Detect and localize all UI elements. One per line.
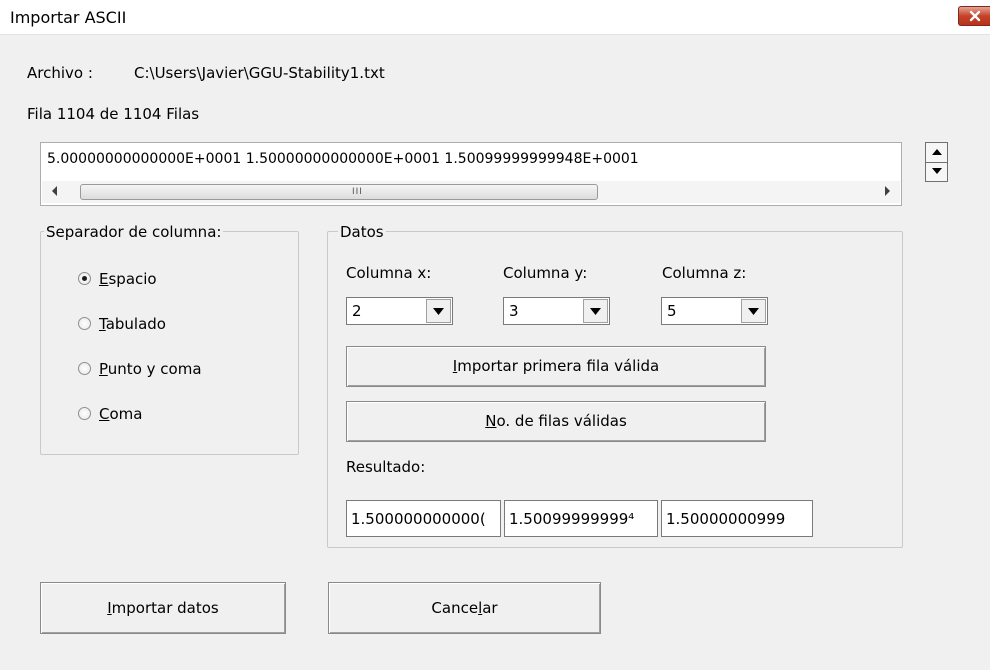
column-x-value: 2 bbox=[352, 302, 362, 320]
file-preview[interactable]: 5.00000000000000E+0001 1.50000000000000E… bbox=[40, 142, 902, 206]
import-ascii-dialog: Importar ASCII Archivo : C:\Users\Javier… bbox=[0, 0, 990, 670]
cancel-label: Cancelar bbox=[431, 599, 498, 617]
dropdown-arrow-icon bbox=[433, 308, 444, 315]
radio-punto-y-coma-label: Punto y coma bbox=[99, 360, 202, 378]
spin-up-button[interactable] bbox=[926, 143, 947, 163]
column-y-dropdown-button[interactable] bbox=[583, 299, 608, 323]
row-info: Fila 1104 de 1104 Filas bbox=[27, 105, 200, 123]
radio-button[interactable] bbox=[78, 317, 91, 330]
dropdown-arrow-icon bbox=[590, 308, 601, 315]
scrollbar-thumb[interactable]: III bbox=[80, 184, 598, 200]
scroll-right-icon[interactable] bbox=[884, 186, 890, 196]
result-x-field[interactable]: 1.500000000000( bbox=[346, 500, 501, 537]
radio-button[interactable] bbox=[78, 407, 91, 420]
data-group-title: Datos bbox=[338, 223, 386, 241]
arrow-down-icon bbox=[932, 168, 942, 174]
cancel-button[interactable]: Cancelar bbox=[328, 582, 601, 634]
result-x-value: 1.500000000000( bbox=[351, 510, 486, 528]
column-z-label: Columna z: bbox=[662, 264, 747, 282]
window-title: Importar ASCII bbox=[10, 8, 127, 27]
close-icon bbox=[969, 10, 981, 22]
column-z-dropdown-button[interactable] bbox=[741, 299, 766, 323]
row-spinner[interactable] bbox=[925, 142, 948, 182]
scrollbar-grip-icon: III bbox=[352, 187, 363, 197]
column-x-label: Columna x: bbox=[346, 264, 432, 282]
result-label: Resultado: bbox=[346, 458, 426, 476]
close-button[interactable] bbox=[958, 6, 990, 26]
separator-group-title: Separador de columna: bbox=[44, 223, 224, 241]
dropdown-arrow-icon bbox=[748, 308, 759, 315]
radio-tabulado-label: Tabulado bbox=[99, 315, 166, 333]
import-data-label: Importar datos bbox=[107, 599, 219, 617]
file-path: C:\Users\Javier\GGU-Stability1.txt bbox=[134, 64, 385, 82]
import-data-button[interactable]: Importar datos bbox=[40, 582, 286, 634]
radio-button-checked[interactable] bbox=[78, 272, 91, 285]
radio-espacio-label: Espacio bbox=[99, 270, 157, 288]
file-label: Archivo : bbox=[27, 64, 93, 82]
import-first-valid-row-label: Importar primera fila válida bbox=[452, 357, 660, 375]
arrow-up-icon bbox=[932, 149, 942, 155]
horizontal-scrollbar[interactable]: III bbox=[42, 181, 900, 203]
column-x-select[interactable]: 2 bbox=[346, 297, 453, 325]
result-y-value: 1.50099999999⁴ bbox=[509, 510, 635, 528]
column-z-value: 5 bbox=[667, 302, 677, 320]
radio-button[interactable] bbox=[78, 362, 91, 375]
preview-line: 5.00000000000000E+0001 1.50000000000000E… bbox=[47, 151, 639, 167]
column-x-dropdown-button[interactable] bbox=[426, 299, 451, 323]
valid-rows-count-button[interactable]: No. de filas válidas bbox=[346, 401, 766, 442]
spin-down-button[interactable] bbox=[926, 162, 947, 181]
result-z-value: 1.50000000999 bbox=[666, 510, 786, 528]
import-first-valid-row-button[interactable]: Importar primera fila válida bbox=[346, 346, 766, 387]
column-y-select[interactable]: 3 bbox=[503, 297, 610, 325]
valid-rows-count-label: No. de filas válidas bbox=[485, 412, 627, 430]
result-z-field[interactable]: 1.50000000999 bbox=[661, 500, 813, 537]
title-bar: Importar ASCII bbox=[0, 0, 990, 35]
separator-group bbox=[40, 231, 299, 455]
scroll-left-icon[interactable] bbox=[52, 186, 58, 196]
column-y-value: 3 bbox=[509, 302, 519, 320]
column-z-select[interactable]: 5 bbox=[661, 297, 768, 325]
result-y-field[interactable]: 1.50099999999⁴ bbox=[504, 500, 658, 537]
column-y-label: Columna y: bbox=[503, 264, 588, 282]
radio-coma-label: Coma bbox=[99, 405, 143, 423]
